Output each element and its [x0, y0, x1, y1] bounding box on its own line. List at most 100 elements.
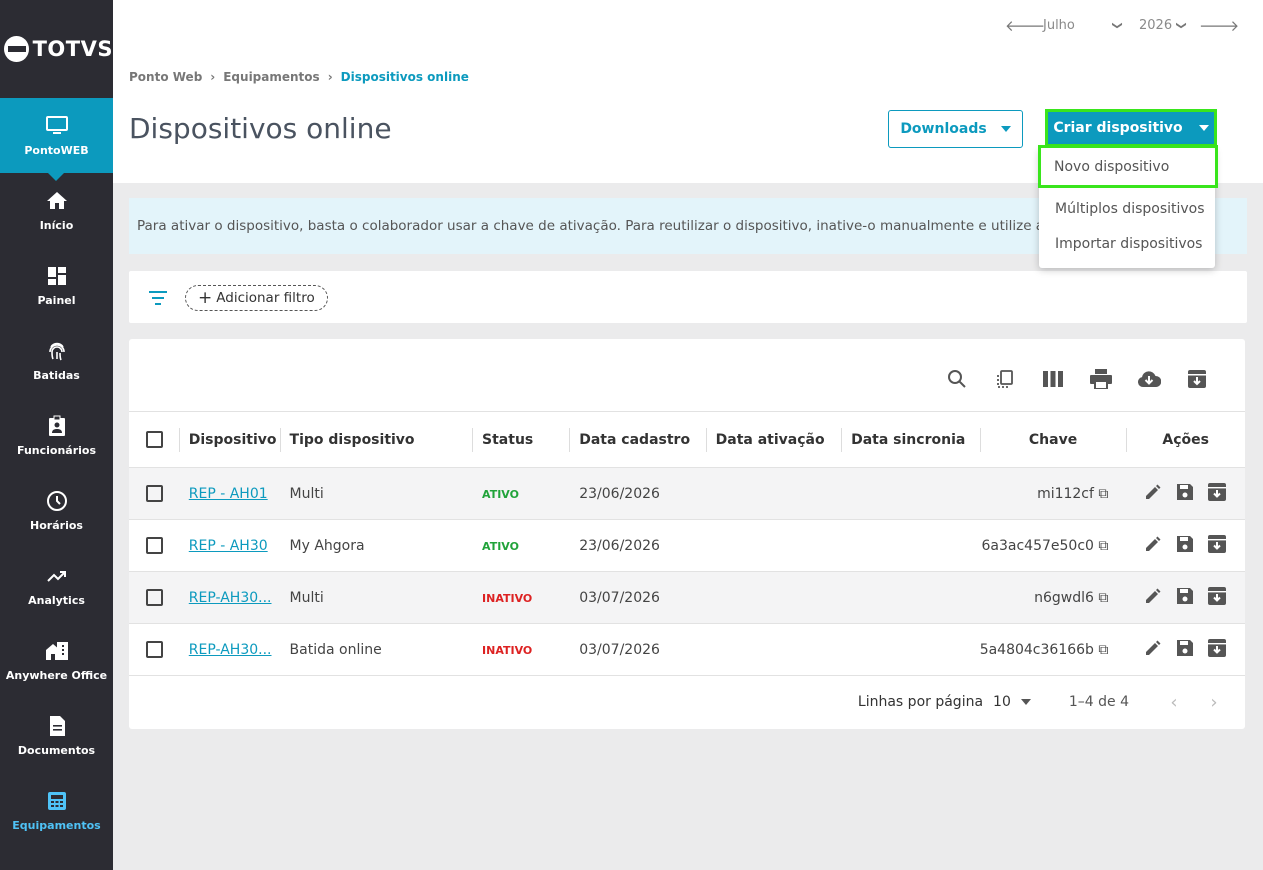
- sidebar-item-equipamentos[interactable]: Equipamentos: [0, 773, 113, 848]
- copy-icon[interactable]: ⧉: [1094, 538, 1108, 554]
- chevron-left-icon[interactable]: ‹: [1159, 692, 1189, 713]
- arrow-right-icon[interactable]: 🡒: [1199, 16, 1239, 35]
- device-link[interactable]: REP - AH01: [189, 486, 268, 502]
- menu-item-label: Novo dispositivo: [1054, 158, 1170, 175]
- column-header-label: Data ativação: [715, 431, 825, 448]
- archive-icon[interactable]: [1208, 586, 1227, 609]
- row-checkbox[interactable]: [146, 641, 163, 658]
- sidebar-item-label: Início: [39, 219, 74, 232]
- archive-icon[interactable]: [1208, 638, 1227, 661]
- status-badge: INATIVO: [482, 591, 533, 605]
- column-header-synced[interactable]: Data sincronia: [841, 412, 980, 468]
- device-link[interactable]: REP-AH30...: [189, 642, 272, 658]
- arrow-left-icon[interactable]: 🡐: [1005, 16, 1045, 35]
- copy-icon[interactable]: ⧉: [1094, 642, 1108, 658]
- columns-icon[interactable]: [1041, 367, 1065, 391]
- sidebar-item-analytics[interactable]: Analytics: [0, 548, 113, 623]
- period-selector: 🡐 Julho ❯ 2026 ❯ 🡒: [1005, 12, 1239, 38]
- save-icon[interactable]: [1176, 535, 1194, 557]
- synced-date: [841, 624, 980, 676]
- breadcrumb-current: Dispositivos online: [340, 70, 469, 84]
- sidebar-item-label: Anywhere Office: [5, 669, 108, 682]
- save-icon[interactable]: [1176, 639, 1194, 661]
- breadcrumb-separator: ›: [327, 70, 333, 84]
- sidebar-item-documentos[interactable]: Documentos: [0, 698, 113, 773]
- activation-key-value: 5a4804c36166b: [979, 641, 1094, 658]
- add-filter-button[interactable]: + Adicionar filtro: [185, 285, 328, 311]
- sidebar-item-painel[interactable]: Painel: [0, 248, 113, 323]
- home-work-icon: [45, 639, 69, 663]
- column-header-activated[interactable]: Data ativação: [705, 412, 841, 468]
- column-header-label: Ações: [1162, 431, 1209, 448]
- cloud-download-icon[interactable]: [1137, 367, 1161, 391]
- table-row: REP - AH01 Multi ATIVO 23/06/2026 mi112c…: [129, 467, 1245, 520]
- sidebar-item-label: PontoWEB: [24, 144, 89, 157]
- filter-bar: + Adicionar filtro: [129, 271, 1247, 323]
- activation-key: mi112cf ⧉: [980, 468, 1127, 520]
- sidebar-item-horarios[interactable]: Horários: [0, 473, 113, 548]
- column-header-device[interactable]: Dispositivo: [178, 412, 280, 468]
- archive-icon[interactable]: [1208, 534, 1227, 557]
- select-all-checkbox[interactable]: [146, 431, 163, 448]
- edit-icon[interactable]: [1144, 535, 1162, 557]
- archive-icon[interactable]: [1185, 367, 1209, 391]
- totvs-logo-icon: [4, 36, 29, 62]
- device-link[interactable]: REP - AH30: [189, 538, 268, 554]
- column-header-status[interactable]: Status: [472, 412, 569, 468]
- column-header-label: Status: [482, 431, 534, 448]
- page-title: Dispositivos online: [129, 112, 392, 145]
- breadcrumb-section[interactable]: Equipamentos: [223, 70, 319, 84]
- activation-key-value: mi112cf: [1037, 485, 1094, 502]
- save-icon[interactable]: [1176, 483, 1194, 505]
- chevron-right-icon[interactable]: ›: [1199, 692, 1229, 713]
- create-device-button[interactable]: Criar dispositivo: [1045, 109, 1217, 147]
- search-icon[interactable]: [945, 367, 969, 391]
- breadcrumb-root[interactable]: Ponto Web: [129, 70, 202, 84]
- sidebar-item-anywhere-office[interactable]: Anywhere Office: [0, 623, 113, 698]
- sidebar-item-funcionarios[interactable]: Funcionários: [0, 398, 113, 473]
- activated-date: [706, 468, 841, 520]
- copy-icon[interactable]: ⧉: [1094, 590, 1108, 606]
- edit-icon[interactable]: [1144, 639, 1162, 661]
- archive-icon[interactable]: [1208, 482, 1227, 505]
- sidebar-item-inicio[interactable]: Início: [0, 173, 113, 248]
- rows-per-page-select[interactable]: 10: [993, 694, 1031, 710]
- sidebar-item-batidas[interactable]: Batidas: [0, 323, 113, 398]
- created-date: 23/06/2026: [579, 485, 660, 502]
- column-header-created[interactable]: Data cadastro: [569, 412, 705, 468]
- logo-text: TOTVS: [32, 37, 113, 61]
- print-icon[interactable]: [1089, 367, 1113, 391]
- column-header-type[interactable]: Tipo dispositivo: [279, 412, 473, 468]
- menu-item-label: Múltiplos dispositivos: [1055, 200, 1205, 217]
- rows-per-page-value: 10: [993, 694, 1011, 710]
- downloads-button[interactable]: Downloads: [888, 110, 1023, 148]
- device-type: Batida online: [289, 641, 382, 658]
- save-icon[interactable]: [1176, 587, 1194, 609]
- copy-icon[interactable]: ⧉: [1094, 486, 1108, 502]
- row-checkbox[interactable]: [146, 589, 163, 606]
- column-header-key[interactable]: Chave: [979, 412, 1127, 468]
- menu-item-import-devices[interactable]: Importar dispositivos: [1039, 226, 1215, 261]
- activation-key: n6gwdl6 ⧉: [980, 572, 1127, 624]
- synced-date: [841, 572, 980, 624]
- edit-icon[interactable]: [1144, 483, 1162, 505]
- copy-icon[interactable]: [993, 367, 1017, 391]
- pagination: Linhas por página 10 1–4 de 4 ‹ ›: [129, 684, 1245, 720]
- row-checkbox[interactable]: [146, 485, 163, 502]
- year-select[interactable]: 2026 ❯: [1135, 12, 1189, 38]
- row-checkbox[interactable]: [146, 537, 163, 554]
- activation-key: 6a3ac457e50c0 ⧉: [980, 520, 1127, 572]
- sidebar-item-pontoweb[interactable]: PontoWEB: [0, 98, 113, 181]
- edit-icon[interactable]: [1144, 587, 1162, 609]
- filter-list-icon[interactable]: [149, 290, 167, 309]
- rows-per-page-label: Linhas por página: [857, 694, 984, 710]
- month-select[interactable]: Julho ❯: [1039, 12, 1125, 38]
- table-row: REP-AH30... Batida online INATIVO 03/07/…: [129, 624, 1245, 676]
- info-banner-text: Para ativar o dispositivo, basta o colab…: [137, 218, 1062, 234]
- chevron-down-icon: ❯: [1111, 20, 1123, 30]
- totvs-logo[interactable]: TOTVS: [0, 0, 113, 98]
- device-link[interactable]: REP-AH30...: [189, 590, 272, 606]
- menu-item-multiple-devices[interactable]: Múltiplos dispositivos: [1039, 191, 1215, 226]
- menu-item-new-device[interactable]: Novo dispositivo: [1038, 145, 1218, 188]
- activation-key-value: n6gwdl6: [1034, 589, 1094, 606]
